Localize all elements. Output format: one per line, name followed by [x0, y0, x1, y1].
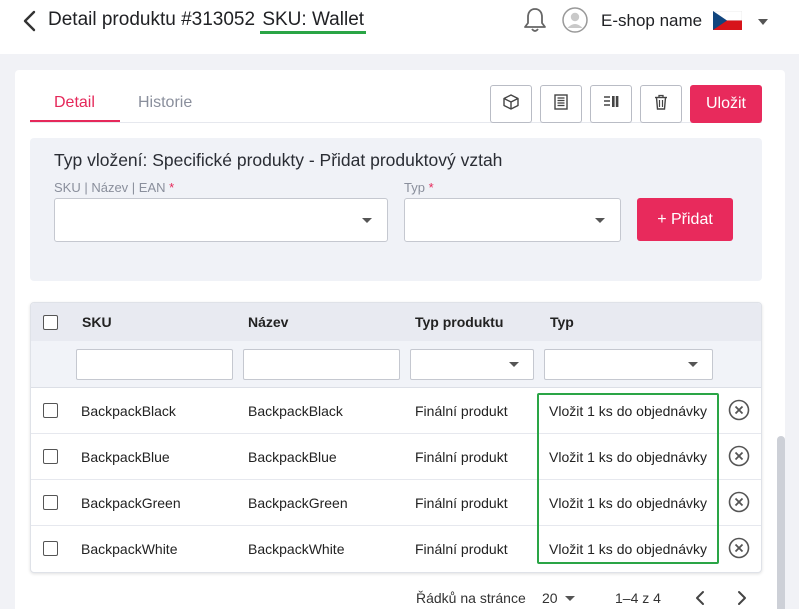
columns-button[interactable]	[590, 85, 632, 123]
row-checkbox[interactable]	[43, 403, 58, 418]
cell-product-type: Finální produkt	[415, 449, 508, 465]
cell-sku: BackpackBlue	[81, 449, 170, 465]
pagination-range: 1–4 z 4	[615, 590, 661, 606]
cell-name: BackpackBlue	[248, 449, 337, 465]
remove-circle-x-icon[interactable]	[728, 537, 750, 559]
type-field-label: Typ *	[404, 180, 434, 195]
czech-flag-icon[interactable]	[712, 10, 743, 30]
cell-product-type: Finální produkt	[415, 495, 508, 511]
caret-down-icon	[595, 218, 605, 223]
type-select[interactable]	[404, 198, 621, 242]
prev-page-chevron-left-icon[interactable]	[692, 588, 710, 608]
cell-name: BackpackGreen	[248, 495, 348, 511]
save-button[interactable]: Uložit	[690, 85, 762, 123]
page-title-sku: SKU: Wallet	[260, 9, 367, 34]
type-field-label-text: Typ	[404, 180, 425, 195]
cell-name: BackpackWhite	[248, 541, 345, 557]
trash-icon	[652, 93, 670, 116]
tab-detail[interactable]: Detail	[54, 94, 95, 112]
cell-sku: BackpackBlack	[81, 403, 176, 419]
column-header-type[interactable]: Typ	[550, 314, 574, 330]
chevron-down-icon[interactable]	[757, 15, 769, 27]
delete-button[interactable]	[640, 85, 682, 123]
type-filter-select[interactable]	[544, 349, 713, 380]
sku-select[interactable]	[54, 198, 388, 242]
page-title-prefix: Detail produktu #313052	[48, 9, 256, 30]
rows-per-page-label: Řádků na stránce	[416, 590, 526, 606]
top-header: Detail produktu #313052 SKU: Wallet E-sh…	[0, 0, 799, 54]
column-header-sku[interactable]: SKU	[82, 314, 112, 330]
table-header: SKU Název Typ produktu Typ	[31, 303, 761, 341]
barcode-list-button[interactable]	[540, 85, 582, 123]
row-checkbox[interactable]	[43, 541, 58, 556]
remove-circle-x-icon[interactable]	[728, 399, 750, 421]
active-tab-indicator	[30, 120, 120, 122]
product-type-filter-select[interactable]	[410, 349, 534, 380]
required-mark: *	[428, 180, 434, 195]
shop-name[interactable]: E-shop name	[601, 11, 702, 31]
tab-history[interactable]: Historie	[138, 94, 192, 112]
table-row[interactable]: BackpackBlue BackpackBlue Finální produk…	[31, 434, 761, 480]
box-icon	[502, 93, 520, 116]
cell-type: Vložit 1 ks do objednávky	[549, 495, 707, 511]
user-avatar-icon[interactable]	[562, 7, 588, 33]
rows-per-page-select[interactable]: 20	[542, 590, 558, 606]
caret-down-icon	[509, 362, 519, 367]
name-filter-input[interactable]	[243, 349, 400, 380]
insert-panel-title: Typ vložení: Specifické produkty - Přida…	[54, 150, 503, 170]
barcode-list-icon	[552, 93, 570, 116]
columns-icon	[602, 93, 620, 116]
table-row[interactable]: BackpackGreen BackpackGreen Finální prod…	[31, 480, 761, 526]
cell-product-type: Finální produkt	[415, 403, 508, 419]
sku-field-label: SKU | Název | EAN *	[54, 180, 174, 195]
cell-sku: BackpackGreen	[81, 495, 181, 511]
column-header-name[interactable]: Název	[248, 314, 288, 330]
cell-product-type: Finální produkt	[415, 541, 508, 557]
bell-icon[interactable]	[522, 6, 548, 34]
related-products-table: SKU Název Typ produktu Typ BackpackBlack…	[30, 302, 762, 573]
table-row[interactable]: BackpackBlack BackpackBlack Finální prod…	[31, 388, 761, 434]
row-checkbox[interactable]	[43, 449, 58, 464]
caret-down-icon[interactable]	[565, 596, 575, 601]
row-checkbox[interactable]	[43, 495, 58, 510]
cell-type: Vložit 1 ks do objednávky	[549, 449, 707, 465]
remove-circle-x-icon[interactable]	[728, 491, 750, 513]
caret-down-icon	[362, 218, 372, 223]
next-page-chevron-right-icon[interactable]	[732, 588, 750, 608]
select-all-checkbox[interactable]	[43, 315, 58, 330]
page-title: Detail produktu #313052 SKU: Wallet	[48, 9, 367, 34]
box-button[interactable]	[490, 85, 532, 123]
cell-sku: BackpackWhite	[81, 541, 178, 557]
sku-filter-input[interactable]	[76, 349, 233, 380]
filter-row	[31, 341, 761, 388]
cell-type: Vložit 1 ks do objednávky	[549, 541, 707, 557]
back-arrow-icon[interactable]	[20, 8, 42, 34]
scrollbar[interactable]	[777, 436, 785, 609]
required-mark: *	[169, 180, 175, 195]
table-row[interactable]: BackpackWhite BackpackWhite Finální prod…	[31, 526, 761, 572]
remove-circle-x-icon[interactable]	[728, 445, 750, 467]
add-button[interactable]: + Přidat	[637, 198, 733, 241]
sku-field-label-text: SKU | Název | EAN	[54, 180, 166, 195]
column-header-product-type[interactable]: Typ produktu	[415, 314, 503, 330]
cell-type: Vložit 1 ks do objednávky	[549, 403, 707, 419]
caret-down-icon	[688, 362, 698, 367]
cell-name: BackpackBlack	[248, 403, 343, 419]
